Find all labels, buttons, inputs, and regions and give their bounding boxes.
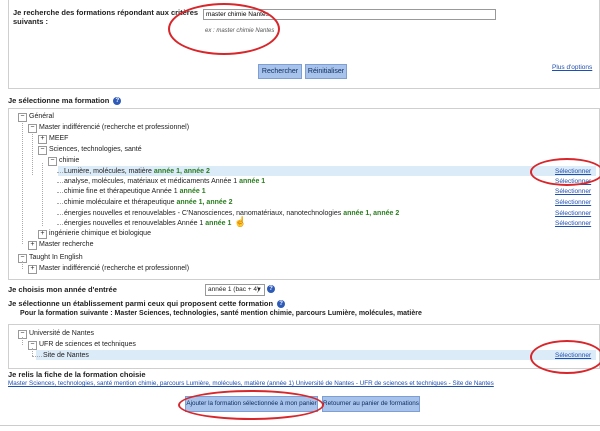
select-link-energies-nano[interactable]: Sélectionner	[555, 210, 591, 217]
reset-button[interactable]: Réinitialiser	[305, 64, 347, 79]
help-icon[interactable]: ?	[113, 97, 122, 106]
expand-meef-toggle[interactable]: +	[38, 135, 47, 144]
back-to-basket-button[interactable]: Retourner au panier de formations	[322, 396, 420, 412]
selected-etab-highlight	[36, 350, 596, 360]
tree-leaf-site-nantes[interactable]: Site de Nantes	[43, 352, 89, 359]
tree-leaf-energies-renouvelables[interactable]: énergies nouvelles et renouvelables Anné…	[64, 220, 231, 227]
tree-leaf-lumiere[interactable]: Lumière, molécules, matière année 1, ann…	[64, 168, 210, 175]
cursor-hand-icon: ☝	[234, 217, 247, 228]
tree-node-taught-english[interactable]: Taught In English	[29, 254, 83, 261]
tree-node-master-indifferencie[interactable]: Master indifférencié (recherche et profe…	[39, 124, 189, 131]
tree-node-universite[interactable]: Université de Nantes	[29, 330, 94, 337]
tree-node-meef[interactable]: MEEF	[49, 135, 68, 142]
tree-leaf-chimie-moleculaire[interactable]: chimie moléculaire et thérapeutique anné…	[64, 199, 233, 206]
dropdown-arrow-icon: ▼	[256, 287, 262, 293]
search-button[interactable]: Rechercher	[258, 64, 302, 79]
etablissement-heading: Je sélectionne un établissement parmi ce…	[8, 299, 286, 309]
select-link-site-nantes[interactable]: Sélectionner	[555, 352, 591, 359]
select-link-lumiere[interactable]: Sélectionner	[555, 168, 591, 175]
tree-node-master-recherche[interactable]: Master recherche	[39, 241, 93, 248]
footer-divider	[0, 425, 600, 426]
tree-node-sciences[interactable]: Sciences, technologies, santé	[49, 146, 142, 153]
collapse-chimie-toggle[interactable]: −	[48, 157, 57, 166]
fiche-link[interactable]: Master Sciences, technologies, santé men…	[8, 380, 494, 387]
tree-leaf-analyse[interactable]: analyse, molécules, matériaux et médicam…	[64, 178, 265, 185]
formation-suivante-label: Pour la formation suivante : Master Scie…	[20, 310, 422, 317]
add-to-basket-button[interactable]: Ajouter la formation sélectionnée à mon …	[185, 396, 318, 412]
tree-node-general[interactable]: Général	[29, 113, 54, 120]
more-options-link[interactable]: Plus d'options	[552, 64, 592, 71]
help-icon[interactable]: ?	[267, 285, 275, 293]
collapse-master-toggle[interactable]: −	[28, 124, 37, 133]
select-link-chimie-fine[interactable]: Sélectionner	[555, 188, 591, 195]
expand-master-recherche-toggle[interactable]: +	[28, 241, 37, 250]
tree-node-ingenierie[interactable]: ingénierie chimique et biologique	[49, 230, 151, 237]
tree-node-ufr[interactable]: UFR de sciences et techniques	[39, 341, 136, 348]
annee-select[interactable]: année 1 (bac + 4) ▼	[205, 284, 265, 296]
annee-label: Je choisis mon année d'entrée	[8, 285, 117, 294]
fiche-heading: Je relis la fiche de la formation choisi…	[8, 370, 146, 379]
select-link-chimie-moleculaire[interactable]: Sélectionner	[555, 199, 591, 206]
search-label: Je recherche des formations répondant au…	[13, 8, 199, 26]
tree-leaf-chimie-fine[interactable]: chimie fine et thérapeutique Année 1 ann…	[64, 188, 206, 195]
search-input[interactable]	[203, 9, 496, 20]
collapse-sciences-toggle[interactable]: −	[38, 146, 47, 155]
expand-ingenierie-toggle[interactable]: +	[38, 230, 47, 239]
tree-leaf-energies-nano[interactable]: énergies nouvelles et renouvelables - C'…	[64, 210, 399, 217]
select-link-energies-renouvelables[interactable]: Sélectionner	[555, 220, 591, 227]
collapse-general-toggle[interactable]: −	[18, 113, 27, 122]
expand-master-indiff2-toggle[interactable]: +	[28, 265, 37, 274]
formation-heading: Je sélectionne ma formation?	[8, 96, 122, 106]
tree-node-master-indifferencie-2[interactable]: Master indifférencié (recherche et profe…	[39, 265, 189, 272]
tree-node-chimie[interactable]: chimie	[59, 157, 79, 164]
search-example: ex : master chimie Nantes	[205, 28, 275, 34]
select-link-analyse[interactable]: Sélectionner	[555, 178, 591, 185]
help-icon[interactable]: ?	[277, 300, 286, 309]
